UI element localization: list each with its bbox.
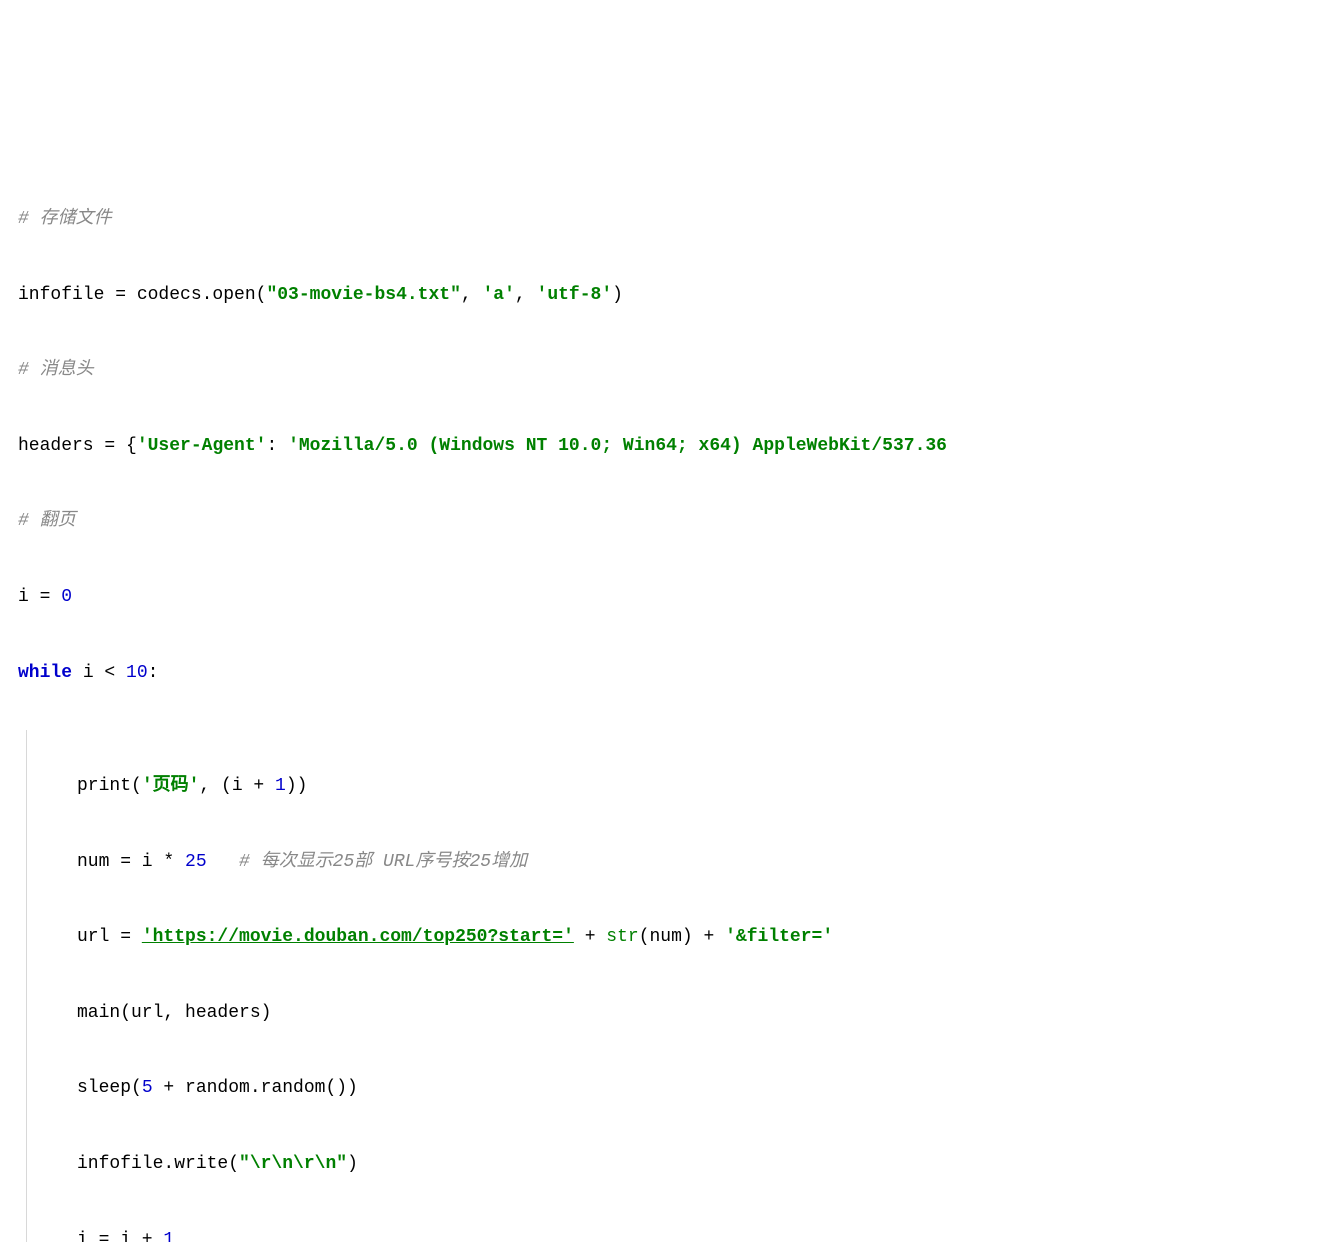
code-line: main(url, headers): [77, 995, 1302, 1033]
code-text: ): [347, 1154, 358, 1174]
code-text: main(url, headers): [77, 1003, 271, 1023]
code-text: infofile.write(: [77, 1154, 239, 1174]
code-text: i = i +: [77, 1230, 163, 1242]
comment: # 翻页: [18, 511, 76, 531]
number-literal: 1: [163, 1230, 174, 1242]
code-text: num = i *: [77, 852, 185, 872]
code-line: # 翻页: [18, 503, 1302, 541]
string-literal: '页码': [142, 776, 200, 796]
code-text: [207, 852, 239, 872]
code-line: num = i * 25 # 每次显示25部 URL序号按25增加: [77, 844, 1302, 882]
comment: # 存储文件: [18, 209, 112, 229]
code-text: print(: [77, 776, 142, 796]
number-literal: 1: [275, 776, 286, 796]
code-line: headers = {'User-Agent': 'Mozilla/5.0 (W…: [18, 428, 1302, 466]
code-text: i =: [18, 587, 61, 607]
number-literal: 25: [185, 852, 207, 872]
code-text: infofile = codecs.open(: [18, 285, 266, 305]
code-text: sleep(: [77, 1078, 142, 1098]
string-literal: 'a': [483, 285, 515, 305]
comment: # 消息头: [18, 360, 94, 380]
builtin-func: str: [606, 927, 638, 947]
code-text: ): [612, 285, 623, 305]
number-literal: 5: [142, 1078, 153, 1098]
code-text: ,: [515, 285, 537, 305]
string-literal: '&filter=': [725, 927, 833, 947]
string-literal-url: 'https://movie.douban.com/top250?start=': [142, 927, 574, 947]
code-line: i = 0: [18, 579, 1302, 617]
code-text: headers = {: [18, 436, 137, 456]
string-literal: 'User-Agent': [137, 436, 267, 456]
code-block: # 存储文件 infofile = codecs.open("03-movie-…: [18, 163, 1302, 1242]
code-line: while i < 10:: [18, 655, 1302, 693]
code-line: i = i + 1: [77, 1222, 1302, 1242]
code-line: # 存储文件: [18, 201, 1302, 239]
code-text: )): [286, 776, 308, 796]
code-text: + random.random()): [153, 1078, 358, 1098]
string-literal: 'Mozilla/5.0 (Windows NT 10.0; Win64; x6…: [288, 436, 947, 456]
code-text: :: [266, 436, 288, 456]
code-line: sleep(5 + random.random()): [77, 1070, 1302, 1108]
code-text: (num) +: [639, 927, 725, 947]
number-literal: 10: [126, 663, 148, 683]
code-line: print('页码', (i + 1)): [77, 768, 1302, 806]
code-line: infofile = codecs.open("03-movie-bs4.txt…: [18, 277, 1302, 315]
code-text: i <: [72, 663, 126, 683]
number-literal: 0: [61, 587, 72, 607]
code-text: , (i +: [199, 776, 275, 796]
string-literal: "\r\n\r\n": [239, 1154, 347, 1174]
keyword: while: [18, 663, 72, 683]
code-line: infofile.write("\r\n\r\n"): [77, 1146, 1302, 1184]
code-text: url =: [77, 927, 142, 947]
code-text: :: [148, 663, 159, 683]
string-literal: "03-movie-bs4.txt": [266, 285, 460, 305]
indent-block: print('页码', (i + 1)) num = i * 25 # 每次显示…: [26, 730, 1302, 1242]
code-text: +: [574, 927, 606, 947]
comment: # 每次显示25部 URL序号按25增加: [239, 852, 527, 872]
code-line: # 消息头: [18, 352, 1302, 390]
code-line: url = 'https://movie.douban.com/top250?s…: [77, 919, 1302, 957]
string-literal: 'utf-8': [537, 285, 613, 305]
code-text: ,: [461, 285, 483, 305]
